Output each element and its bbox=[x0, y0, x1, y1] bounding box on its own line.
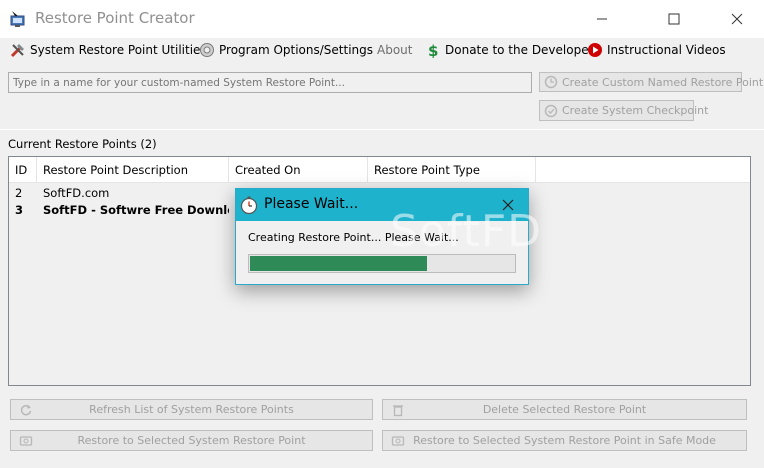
menu-label: System Restore Point Utilities bbox=[30, 43, 207, 57]
restore-button[interactable]: Restore to Selected System Restore Point bbox=[10, 430, 373, 451]
dialog-message: Creating Restore Point... Please Wait... bbox=[248, 231, 459, 244]
maximize-button[interactable] bbox=[651, 0, 697, 38]
create-custom-restore-point-button[interactable]: Create Custom Named Restore Point bbox=[539, 72, 763, 92]
column-header-description[interactable]: Restore Point Description bbox=[37, 157, 229, 183]
restore-points-section-label: Current Restore Points (2) bbox=[8, 137, 157, 151]
close-button[interactable] bbox=[714, 0, 760, 38]
delete-restore-point-button[interactable]: Delete Selected Restore Point bbox=[382, 399, 747, 420]
window-title: Restore Point Creator bbox=[35, 9, 195, 27]
disk-icon bbox=[391, 434, 405, 448]
divider bbox=[0, 129, 764, 130]
progress-fill bbox=[250, 256, 427, 271]
refresh-list-button[interactable]: Refresh List of System Restore Points bbox=[10, 399, 373, 420]
menu-label: Program Options/Settings bbox=[219, 43, 374, 57]
cell-id: 3 bbox=[15, 202, 24, 217]
button-label: Refresh List of System Restore Points bbox=[89, 403, 294, 416]
cell-description: SoftFD - Softwre Free Download bbox=[43, 202, 229, 217]
stopwatch-icon bbox=[239, 195, 259, 215]
trash-icon bbox=[391, 403, 405, 417]
button-label: Create System Checkpoint bbox=[562, 104, 709, 117]
create-system-checkpoint-button[interactable]: Create System Checkpoint bbox=[539, 100, 708, 121]
menu-program-options[interactable]: Program Options/Settings bbox=[199, 38, 373, 62]
cell-id: 2 bbox=[15, 185, 23, 200]
disk-icon bbox=[19, 434, 33, 448]
list-header: ID Restore Point Description Created On … bbox=[9, 157, 750, 183]
app-icon bbox=[9, 10, 27, 28]
gear-icon bbox=[199, 42, 215, 58]
minimize-button[interactable] bbox=[579, 0, 625, 38]
close-icon bbox=[731, 13, 743, 25]
button-label: Create Custom Named Restore Point bbox=[562, 75, 764, 89]
menu-bar: System Restore Point Utilities Program O… bbox=[0, 38, 764, 62]
menu-label: Instructional Videos bbox=[607, 43, 726, 57]
please-wait-dialog: Please Wait... Creating Restore Point...… bbox=[235, 188, 529, 285]
button-label: Delete Selected Restore Point bbox=[482, 403, 647, 416]
dialog-close-button[interactable] bbox=[488, 189, 528, 221]
menu-label: About bbox=[377, 43, 413, 57]
column-header-type[interactable]: Restore Point Type bbox=[368, 157, 536, 183]
button-label: Restore to Selected System Restore Point… bbox=[413, 434, 716, 447]
dialog-title: Please Wait... bbox=[264, 196, 359, 212]
menu-instructional-videos[interactable]: Instructional Videos bbox=[587, 38, 726, 62]
maximize-icon bbox=[668, 13, 680, 25]
menu-about[interactable]: About bbox=[377, 38, 412, 62]
column-header-id[interactable]: ID bbox=[9, 157, 37, 183]
menu-donate[interactable]: $ Donate to the Developer bbox=[425, 38, 594, 62]
close-icon bbox=[502, 199, 514, 211]
minimize-icon bbox=[597, 18, 607, 20]
play-icon bbox=[587, 42, 603, 58]
refresh-icon bbox=[19, 403, 33, 417]
dollar-icon: $ bbox=[425, 42, 441, 58]
tools-icon bbox=[10, 42, 26, 58]
cell-description: SoftFD.com bbox=[43, 185, 110, 200]
progress-bar bbox=[248, 254, 516, 273]
menu-label: Donate to the Developer bbox=[445, 43, 594, 57]
dialog-title-bar: Please Wait... bbox=[236, 189, 528, 221]
restore-point-name-input[interactable] bbox=[8, 72, 532, 93]
menu-system-restore-point-utilities[interactable]: System Restore Point Utilities bbox=[10, 38, 207, 62]
restore-icon bbox=[544, 75, 558, 89]
restore-safe-mode-button[interactable]: Restore to Selected System Restore Point… bbox=[382, 430, 747, 451]
checkpoint-icon bbox=[544, 104, 558, 118]
title-bar: Restore Point Creator bbox=[0, 0, 764, 38]
column-header-created-on[interactable]: Created On bbox=[229, 157, 368, 183]
svg-text:$: $ bbox=[428, 42, 438, 58]
button-label: Restore to Selected System Restore Point bbox=[77, 434, 306, 447]
